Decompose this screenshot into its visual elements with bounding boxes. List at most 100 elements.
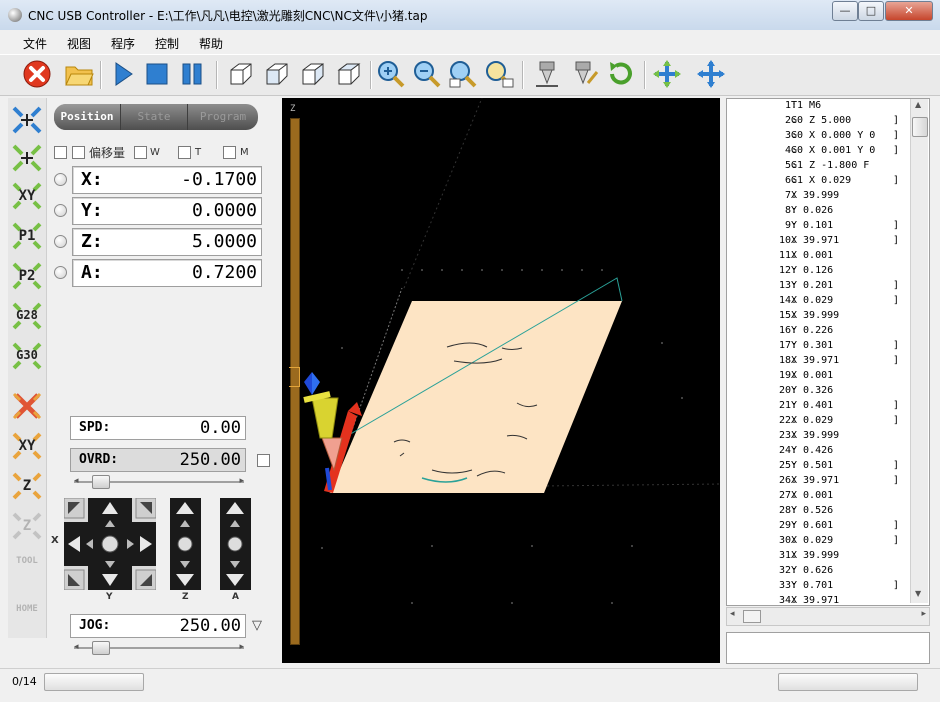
g30-button[interactable]: G30: [10, 340, 44, 372]
dro-z[interactable]: Z: 5.0000: [72, 228, 262, 256]
gcode-line[interactable]: 19: X 0.001: [727, 370, 915, 385]
clear-icon[interactable]: [10, 390, 44, 422]
stop-square-icon[interactable]: [142, 59, 172, 89]
a-axis-radio[interactable]: [54, 266, 67, 279]
view-side-icon[interactable]: [298, 59, 328, 89]
gcode-scroll-thumb[interactable]: [912, 117, 928, 137]
zoom-in-icon[interactable]: [376, 59, 406, 89]
gcode-horizontal-scrollbar[interactable]: ◂ ▸: [726, 607, 930, 626]
spd-field[interactable]: SPD: 0.00: [70, 416, 246, 440]
open-folder-icon[interactable]: [64, 59, 94, 89]
tab-state[interactable]: State: [121, 104, 188, 130]
jog-slider-thumb[interactable]: [92, 641, 110, 655]
gcode-line[interactable]: 26: X 39.971]: [727, 475, 915, 490]
tab-program[interactable]: Program: [188, 104, 258, 130]
scroll-up-arrow-icon[interactable]: ▲: [915, 100, 921, 109]
slider-left-arrow-icon[interactable]: ◂: [74, 642, 79, 652]
zoom-fit-icon[interactable]: [448, 59, 478, 89]
home-button[interactable]: HOME: [10, 594, 44, 626]
gcode-line[interactable]: 16: Y 0.226: [727, 325, 915, 340]
gcode-line[interactable]: 10: X 39.971]: [727, 235, 915, 250]
gcode-vertical-scrollbar[interactable]: ▲ ▼: [910, 99, 928, 603]
jog-dropdown-icon[interactable]: ▽: [252, 618, 262, 633]
view-top-icon[interactable]: [334, 59, 364, 89]
scroll-down-arrow-icon[interactable]: ▼: [915, 589, 921, 598]
view-front-icon[interactable]: [262, 59, 292, 89]
home-all-icon[interactable]: [652, 59, 682, 89]
gcode-line[interactable]: 13: Y 0.201]: [727, 280, 915, 295]
gcode-line[interactable]: 28: Y 0.526: [727, 505, 915, 520]
home-xyz-icon[interactable]: [696, 59, 726, 89]
ovrd-slider-thumb[interactable]: [92, 475, 110, 489]
gcode-line[interactable]: 23: X 39.999: [727, 430, 915, 445]
probe-z-button[interactable]: Z: [10, 510, 44, 542]
stop-icon[interactable]: [22, 59, 52, 89]
gcode-line[interactable]: 17: Y 0.301]: [727, 340, 915, 355]
menu-program[interactable]: 程序: [111, 35, 135, 52]
menu-control[interactable]: 控制: [155, 35, 179, 52]
minimize-button[interactable]: —: [832, 1, 858, 21]
gcode-line[interactable]: 4: G0 X 0.001 Y 0]: [727, 145, 915, 160]
x-axis-radio[interactable]: [54, 173, 67, 186]
jog-x-left-button[interactable]: [64, 532, 86, 556]
goto-p1-button[interactable]: P1: [10, 220, 44, 252]
gcode-line[interactable]: 33: Y 0.701]: [727, 580, 915, 595]
goto-xy-button[interactable]: XY: [10, 430, 44, 462]
gcode-line[interactable]: 15: X 39.999: [727, 310, 915, 325]
menu-help[interactable]: 帮助: [199, 35, 223, 52]
ovrd-slider[interactable]: ◂ ▸: [74, 475, 244, 489]
tab-position[interactable]: Position: [54, 104, 121, 130]
gcode-line[interactable]: 25: Y 0.501]: [727, 460, 915, 475]
slider-right-arrow-icon[interactable]: ▸: [239, 476, 244, 486]
ovrd-checkbox[interactable]: [257, 454, 270, 467]
3d-toolpath-view[interactable]: [282, 98, 720, 663]
gcode-line[interactable]: 31: X 39.999: [727, 550, 915, 565]
gcode-line[interactable]: 9: Y 0.101]: [727, 220, 915, 235]
gcode-line[interactable]: 34: X 39.971: [727, 595, 915, 605]
gcode-line[interactable]: 30: X 0.029]: [727, 535, 915, 550]
zero-xyz-icon[interactable]: [10, 142, 44, 174]
pause-icon[interactable]: [177, 59, 207, 89]
scroll-right-arrow-icon[interactable]: ▸: [921, 609, 926, 619]
gcode-line[interactable]: 27: X 0.001: [727, 490, 915, 505]
jog-field[interactable]: JOG: 250.00: [70, 614, 246, 638]
tool-touch-icon[interactable]: [532, 59, 562, 89]
zoom-window-icon[interactable]: [484, 59, 514, 89]
gcode-line[interactable]: 1: T1 M6: [727, 100, 915, 115]
menu-view[interactable]: 视图: [67, 35, 91, 52]
play-icon[interactable]: [108, 59, 138, 89]
gcode-line[interactable]: 11: X 0.001: [727, 250, 915, 265]
view-iso-icon[interactable]: [226, 59, 256, 89]
slider-right-arrow-icon[interactable]: ▸: [239, 642, 244, 652]
jog-x-right-button[interactable]: [134, 532, 156, 556]
gcode-listing[interactable]: 1: T1 M6 2: G0 Z 5.000] 3: G0 X 0.000 Y 0] 4: G…: [726, 98, 930, 606]
gcode-line[interactable]: 12: Y 0.126: [727, 265, 915, 280]
slider-left-arrow-icon[interactable]: ◂: [74, 476, 79, 486]
tool-edit-icon[interactable]: [570, 59, 600, 89]
zero-xy-button[interactable]: XY: [10, 180, 44, 212]
gcode-line[interactable]: 8: Y 0.026: [727, 205, 915, 220]
tool-change-button[interactable]: TOOL: [10, 546, 44, 578]
gcode-line[interactable]: 14: X 0.029]: [727, 295, 915, 310]
jog-slider[interactable]: ◂ ▸: [74, 641, 244, 655]
z-jog-pad[interactable]: [170, 498, 201, 590]
gcode-line[interactable]: 3: G0 X 0.000 Y 0]: [727, 130, 915, 145]
home-xy-icon[interactable]: [10, 104, 44, 136]
dro-y[interactable]: Y: 0.0000: [72, 197, 262, 225]
menu-file[interactable]: 文件: [23, 35, 47, 52]
jog-y-down-button[interactable]: [98, 568, 122, 590]
g28-button[interactable]: G28: [10, 300, 44, 332]
gcode-line[interactable]: 22: X 0.029]: [727, 415, 915, 430]
gcode-line[interactable]: 18: X 39.971]: [727, 355, 915, 370]
gcode-hscroll-thumb[interactable]: [743, 610, 761, 623]
z-axis-radio[interactable]: [54, 235, 67, 248]
zoom-out-icon[interactable]: [412, 59, 442, 89]
dro-a[interactable]: A: 0.7200: [72, 259, 262, 287]
gcode-line[interactable]: 29: Y 0.601]: [727, 520, 915, 535]
flag-checkbox[interactable]: [54, 146, 67, 159]
jog-y-up-button[interactable]: [98, 498, 122, 520]
scroll-left-arrow-icon[interactable]: ◂: [730, 609, 735, 619]
gcode-line[interactable]: 21: Y 0.401]: [727, 400, 915, 415]
gcode-line[interactable]: 24: Y 0.426: [727, 445, 915, 460]
gcode-line[interactable]: 32: Y 0.626: [727, 565, 915, 580]
